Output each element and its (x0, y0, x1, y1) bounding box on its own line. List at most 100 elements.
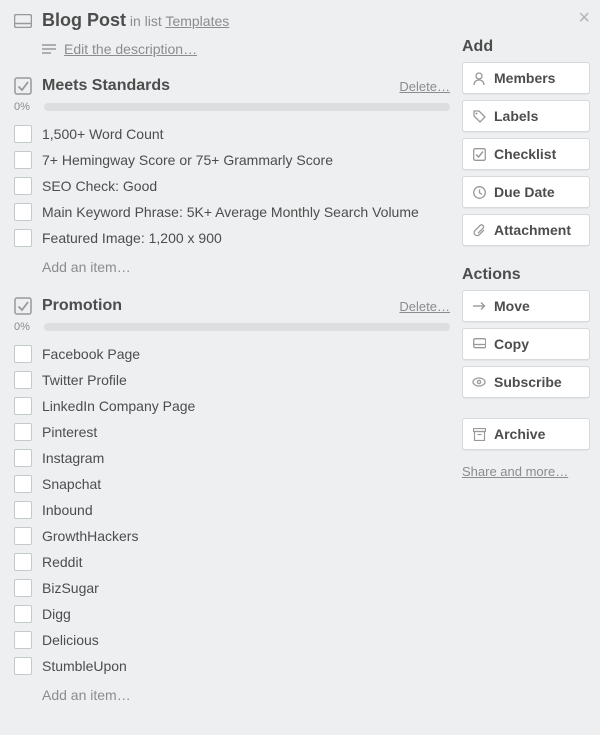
checklist-icon (472, 148, 486, 161)
check-item[interactable]: GrowthHackers (14, 523, 450, 549)
check-item[interactable]: Pinterest (14, 419, 450, 445)
move-icon (472, 301, 486, 311)
check-item-label: Featured Image: 1,200 x 900 (42, 230, 222, 246)
add-heading: Add (462, 38, 590, 56)
checklist-section: Meets Standards Delete… 0% 1,500+ Word Coun… (14, 77, 450, 275)
checklist-title[interactable]: Promotion (42, 297, 389, 315)
labels-button[interactable]: Labels (462, 100, 590, 132)
subscribe-button[interactable]: Subscribe (462, 366, 590, 398)
check-item[interactable]: Snapchat (14, 471, 450, 497)
move-button[interactable]: Move (462, 290, 590, 322)
progress-percent: 0% (14, 101, 36, 113)
card-header: Blog Post in list Templates (14, 10, 450, 31)
checkbox[interactable] (14, 371, 32, 389)
check-item[interactable]: Reddit (14, 549, 450, 575)
copy-button[interactable]: Copy (462, 328, 590, 360)
check-item-label: Snapchat (42, 476, 101, 492)
checkbox[interactable] (14, 423, 32, 441)
checkbox[interactable] (14, 657, 32, 675)
check-item-label: Reddit (42, 554, 82, 570)
archive-button[interactable]: Archive (462, 418, 590, 450)
checkbox[interactable] (14, 553, 32, 571)
check-item[interactable]: BizSugar (14, 575, 450, 601)
list-link[interactable]: Templates (165, 13, 229, 29)
check-item[interactable]: Twitter Profile (14, 367, 450, 393)
checkbox[interactable] (14, 501, 32, 519)
checklist-delete-link[interactable]: Delete… (399, 79, 450, 94)
archive-icon (472, 428, 486, 441)
checkbox[interactable] (14, 475, 32, 493)
checklist-icon (14, 77, 32, 95)
share-and-more-link[interactable]: Share and more… (462, 464, 590, 479)
card-title-wrap: Blog Post in list Templates (42, 10, 229, 31)
checkbox[interactable] (14, 397, 32, 415)
attachment-button[interactable]: Attachment (462, 214, 590, 246)
check-item-label: 1,500+ Word Count (42, 126, 164, 142)
check-item[interactable]: Facebook Page (14, 341, 450, 367)
checklist-header: Meets Standards Delete… (14, 77, 450, 95)
button-label: Labels (494, 108, 538, 124)
description-row: Edit the description… (42, 41, 450, 57)
checklist-progress: 0% (14, 321, 450, 333)
check-item-label: BizSugar (42, 580, 99, 596)
button-label: Copy (494, 336, 529, 352)
check-item[interactable]: StumbleUpon (14, 653, 450, 679)
check-item[interactable]: Digg (14, 601, 450, 627)
add-checklist-item[interactable]: Add an item… (42, 687, 450, 703)
checkbox[interactable] (14, 177, 32, 195)
card-modal: × Blog Post in list Templates Edit the d… (0, 0, 600, 735)
card-icon (14, 14, 32, 28)
checkbox[interactable] (14, 345, 32, 363)
progress-bar (44, 103, 450, 111)
button-label: Due Date (494, 184, 555, 200)
sidebar: Add Members Labels Checklist Due Date Attach… (462, 10, 590, 725)
actions-heading: Actions (462, 266, 590, 284)
checklist-title[interactable]: Meets Standards (42, 77, 389, 95)
checklist-button[interactable]: Checklist (462, 138, 590, 170)
check-item[interactable]: 7+ Hemingway Score or 75+ Grammarly Scor… (14, 147, 450, 173)
card-title[interactable]: Blog Post (42, 10, 126, 30)
check-item-label: GrowthHackers (42, 528, 138, 544)
checkbox[interactable] (14, 125, 32, 143)
button-label: Subscribe (494, 374, 562, 390)
checkbox[interactable] (14, 151, 32, 169)
add-checklist-item[interactable]: Add an item… (42, 259, 450, 275)
card-in-list: in list Templates (130, 13, 229, 29)
check-item[interactable]: Featured Image: 1,200 x 900 (14, 225, 450, 251)
edit-description-link[interactable]: Edit the description… (64, 41, 197, 57)
check-item[interactable]: 1,500+ Word Count (14, 121, 450, 147)
button-label: Move (494, 298, 530, 314)
in-list-prefix: in list (130, 13, 162, 29)
checkbox[interactable] (14, 605, 32, 623)
check-item-label: Pinterest (42, 424, 97, 440)
checkbox[interactable] (14, 449, 32, 467)
check-item-label: Inbound (42, 502, 93, 518)
button-label: Attachment (494, 222, 571, 238)
due-date-icon (472, 186, 486, 199)
checklist-delete-link[interactable]: Delete… (399, 299, 450, 314)
checkbox[interactable] (14, 203, 32, 221)
due-date-button[interactable]: Due Date (462, 176, 590, 208)
check-item[interactable]: Inbound (14, 497, 450, 523)
check-item[interactable]: Instagram (14, 445, 450, 471)
attachment-icon (472, 224, 486, 237)
checkbox[interactable] (14, 229, 32, 247)
checkbox[interactable] (14, 579, 32, 597)
check-item-label: LinkedIn Company Page (42, 398, 195, 414)
check-item[interactable]: SEO Check: Good (14, 173, 450, 199)
check-item-label: Delicious (42, 632, 99, 648)
checklist-icon (14, 297, 32, 315)
checkbox[interactable] (14, 631, 32, 649)
check-item[interactable]: LinkedIn Company Page (14, 393, 450, 419)
check-item[interactable]: Main Keyword Phrase: 5K+ Average Monthly… (14, 199, 450, 225)
close-icon[interactable]: × (578, 8, 590, 28)
check-item[interactable]: Delicious (14, 627, 450, 653)
subscribe-icon (472, 377, 486, 387)
check-item-label: Digg (42, 606, 71, 622)
check-item-label: 7+ Hemingway Score or 75+ Grammarly Scor… (42, 152, 333, 168)
members-button[interactable]: Members (462, 62, 590, 94)
main-column: Blog Post in list Templates Edit the des… (14, 10, 450, 725)
checkbox[interactable] (14, 527, 32, 545)
description-icon (42, 44, 56, 54)
check-item-label: SEO Check: Good (42, 178, 157, 194)
